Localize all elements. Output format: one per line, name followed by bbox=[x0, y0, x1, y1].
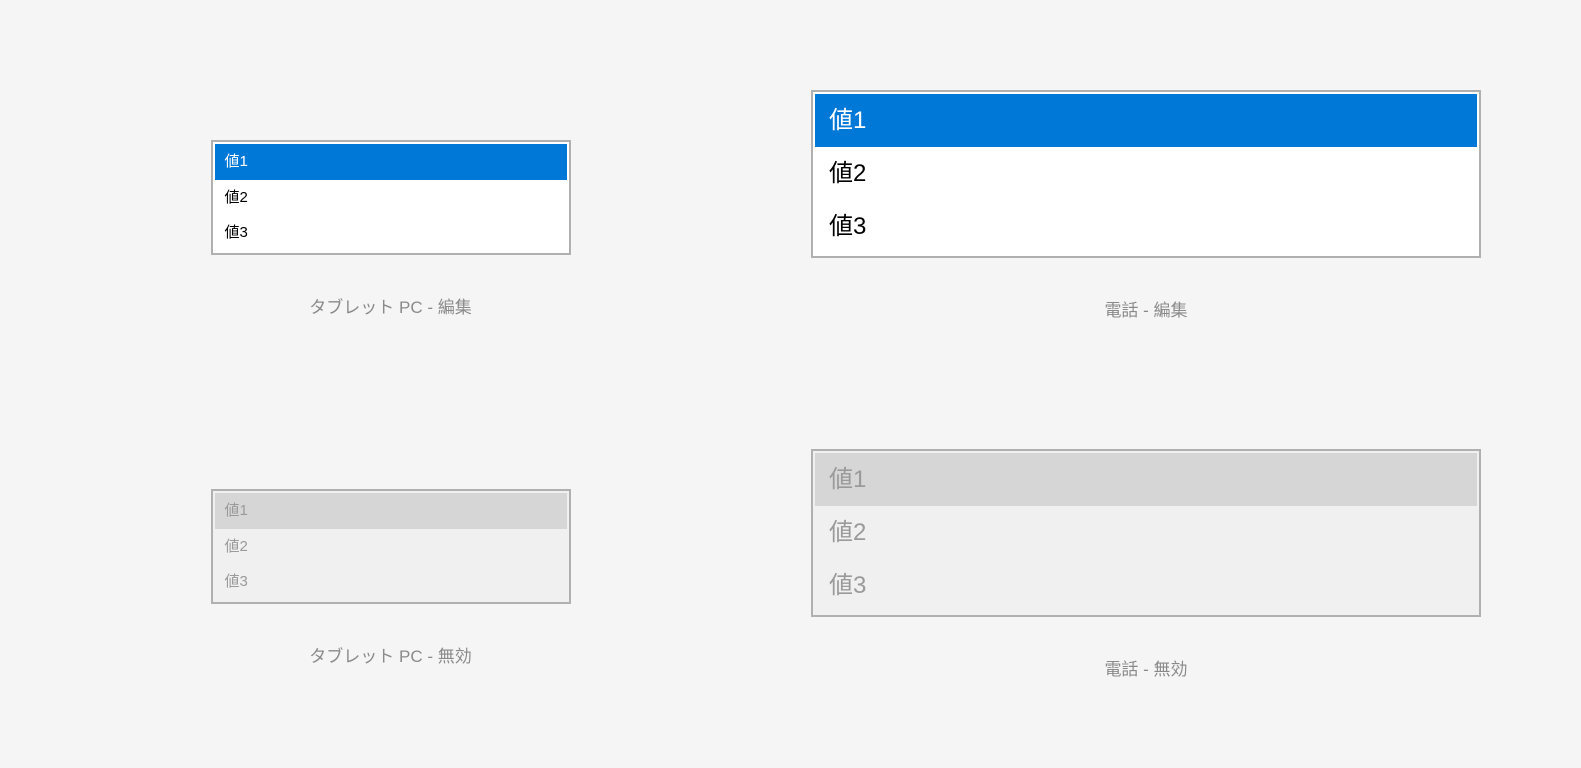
list-item: 値1 bbox=[215, 493, 567, 529]
cell-phone-disabled: 値1 値2 値3 電話 - 無効 bbox=[811, 449, 1481, 738]
caption-phone-disabled: 電話 - 無効 bbox=[1104, 655, 1187, 680]
caption-tablet-edit: タブレット PC - 編集 bbox=[309, 293, 471, 318]
listbox-phone-edit[interactable]: 値1 値2 値3 bbox=[811, 90, 1481, 258]
list-item[interactable]: 値3 bbox=[215, 215, 567, 251]
cell-phone-edit: 値1 値2 値3 電話 - 編集 bbox=[811, 80, 1481, 369]
list-item[interactable]: 値2 bbox=[215, 180, 567, 216]
cell-tablet-edit: 値1 値2 値3 タブレット PC - 編集 bbox=[100, 80, 681, 369]
list-item: 値2 bbox=[815, 506, 1477, 559]
listbox-tablet-edit[interactable]: 値1 値2 値3 bbox=[211, 140, 571, 255]
demo-grid: 値1 値2 値3 タブレット PC - 編集 値1 値2 値3 電話 - 編集 … bbox=[0, 0, 1581, 768]
list-item: 値3 bbox=[815, 559, 1477, 612]
listbox-phone-disabled: 値1 値2 値3 bbox=[811, 449, 1481, 617]
list-item[interactable]: 値2 bbox=[815, 147, 1477, 200]
caption-phone-edit: 電話 - 編集 bbox=[1104, 296, 1187, 321]
cell-tablet-disabled: 値1 値2 値3 タブレット PC - 無効 bbox=[100, 449, 681, 738]
list-item: 値2 bbox=[215, 529, 567, 565]
list-item: 値1 bbox=[815, 453, 1477, 506]
list-item: 値3 bbox=[215, 564, 567, 600]
listbox-tablet-disabled: 値1 値2 値3 bbox=[211, 489, 571, 604]
list-item[interactable]: 値1 bbox=[215, 144, 567, 180]
list-item[interactable]: 値1 bbox=[815, 94, 1477, 147]
caption-tablet-disabled: タブレット PC - 無効 bbox=[309, 642, 471, 667]
list-item[interactable]: 値3 bbox=[815, 200, 1477, 253]
